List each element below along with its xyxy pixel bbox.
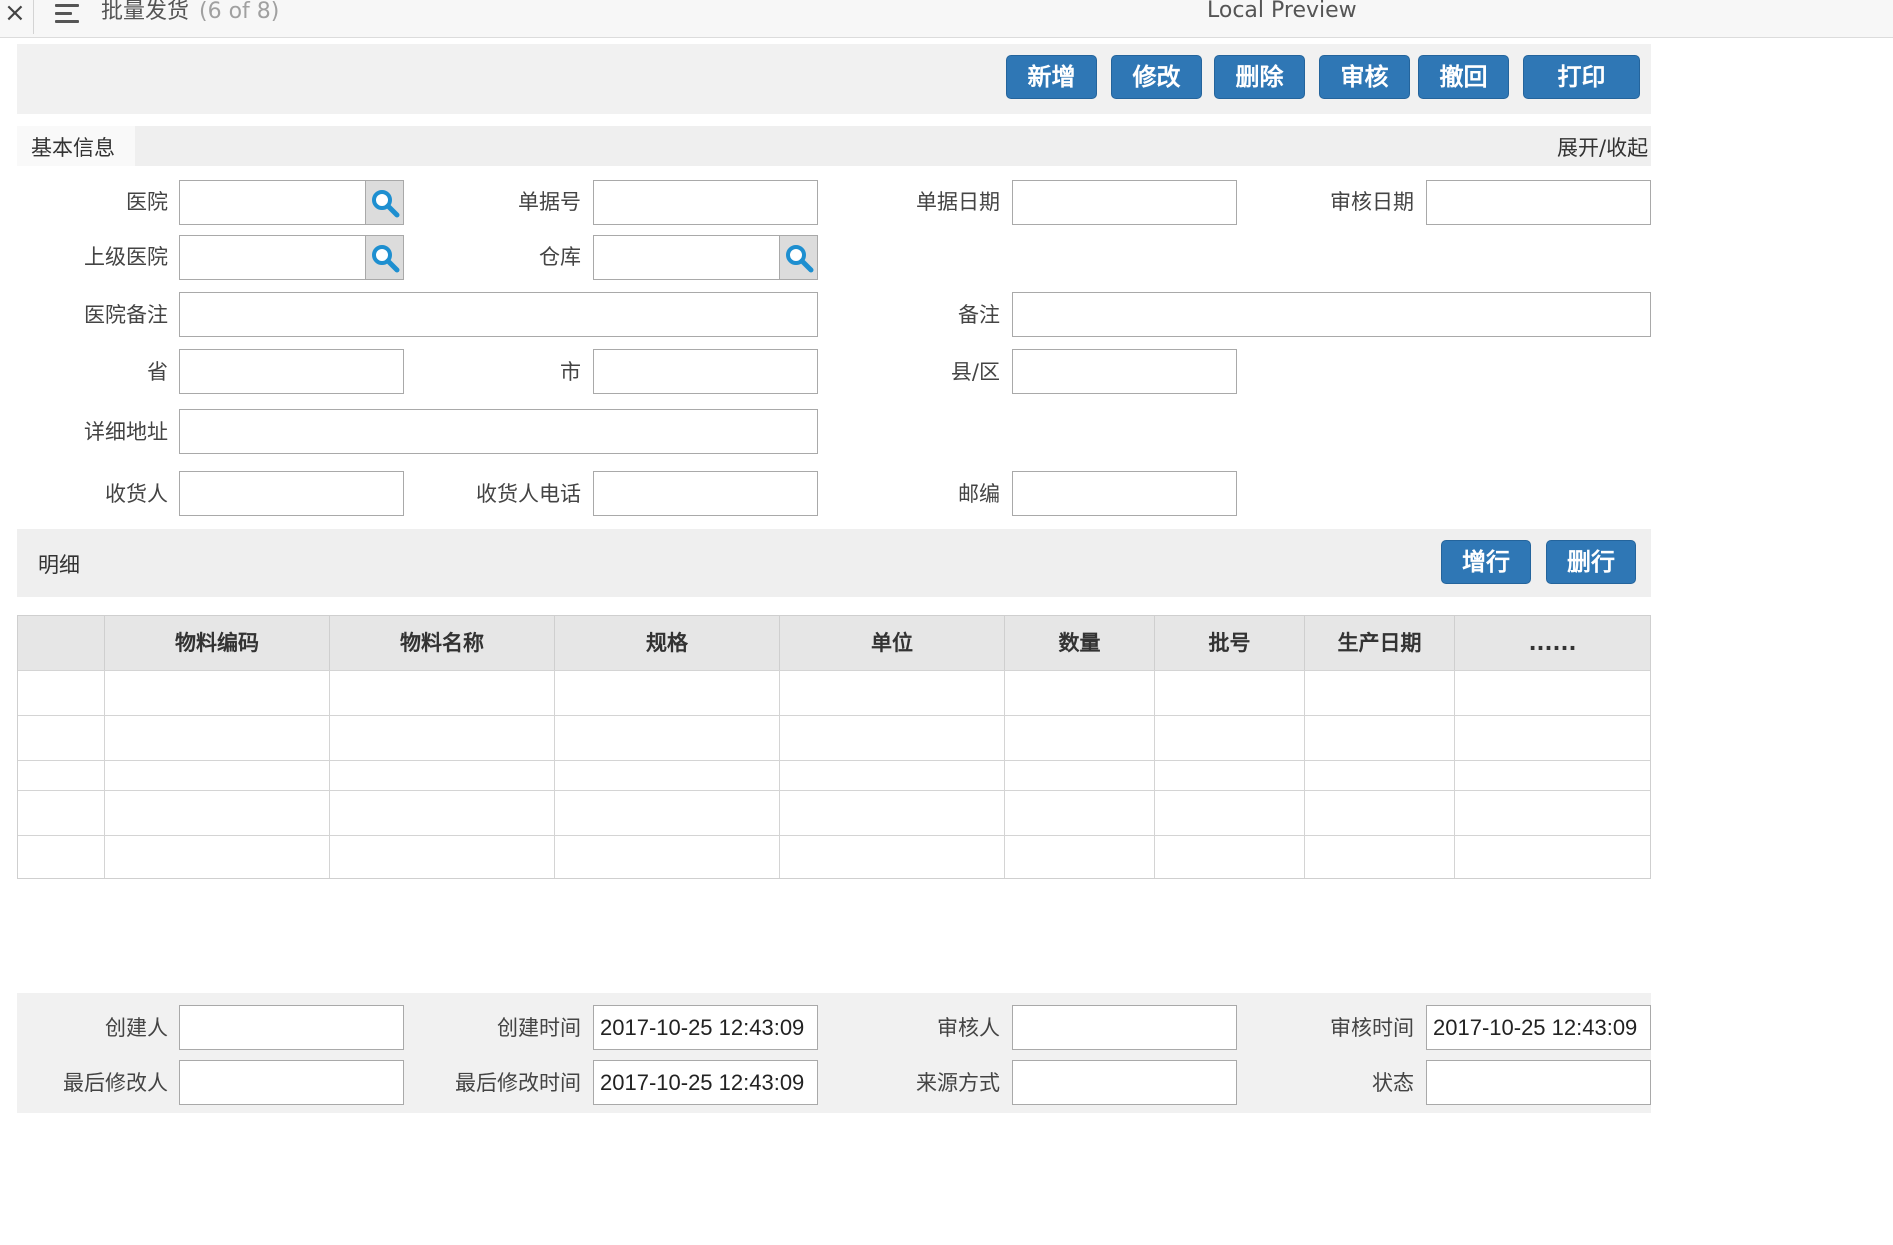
table-row[interactable] [18,670,1650,671]
note-label: 备注 [958,303,1000,327]
hospital-input[interactable] [179,180,366,225]
hospital-note-input[interactable] [179,292,818,337]
close-icon[interactable]: × [4,0,26,28]
edit-button[interactable]: 修改 [1111,55,1202,99]
basic-info-tab[interactable]: 基本信息 [17,126,135,166]
toolbar: 新增 修改 删除 审核 撤回 打印 [17,44,1651,114]
hospital-search-button[interactable] [366,180,404,225]
province-label: 省 [147,360,168,384]
postcode-input[interactable] [1012,471,1237,516]
delete-button[interactable]: 删除 [1214,55,1305,99]
parent-hospital-input[interactable] [179,235,366,280]
grid-header-spec[interactable]: 规格 [555,616,780,670]
add-row-button[interactable]: 增行 [1441,540,1531,584]
doc-date-label: 单据日期 [916,190,1000,214]
receiver-phone-input[interactable] [593,471,818,516]
hospital-label: 医院 [126,190,168,214]
warehouse-search-button[interactable] [780,235,818,280]
warehouse-label: 仓库 [539,245,581,269]
grid-header-more[interactable]: ...... [1455,616,1650,670]
audited-at-label: 审核时间 [1330,1016,1414,1040]
doc-no-label: 单据号 [518,190,581,214]
basic-info-header [17,126,1651,166]
source-input[interactable] [1012,1060,1237,1105]
district-input[interactable] [1012,349,1237,394]
grid-column-divider [554,670,555,878]
grid-column-divider [779,670,780,878]
warehouse-input[interactable] [593,235,780,280]
audit-button[interactable]: 审核 [1319,55,1410,99]
document-title: 批量发货 (6 of 8) [101,0,279,26]
district-label: 县/区 [950,360,1000,384]
detail-title: 明细 [38,553,80,577]
basic-info-tab-label: 基本信息 [31,136,115,160]
search-icon [786,245,814,273]
grid-header-material-name[interactable]: 物料名称 [330,616,555,670]
table-row[interactable] [18,790,1650,791]
detail-bar: 增行 删行 [17,529,1651,597]
created-at-input[interactable]: 2017-10-25 12:43:09 [593,1005,818,1050]
document-count: (6 of 8) [199,0,280,24]
revoke-button[interactable]: 撤回 [1418,55,1509,99]
creator-label: 创建人 [105,1016,168,1040]
table-row[interactable] [18,760,1650,761]
status-label: 状态 [1372,1071,1414,1095]
menu-icon[interactable] [55,2,79,24]
source-label: 来源方式 [916,1071,1000,1095]
grid-header-batch-no[interactable]: 批号 [1155,616,1305,670]
receiver-label: 收货人 [105,482,168,506]
last-modifier-input[interactable] [179,1060,404,1105]
grid-column-divider [1154,670,1155,878]
grid-header-select[interactable] [18,616,105,670]
province-input[interactable] [179,349,404,394]
grid-header-quantity[interactable]: 数量 [1005,616,1155,670]
auditor-label: 审核人 [937,1016,1000,1040]
city-label: 市 [560,360,581,384]
preview-title: Local Preview [1207,0,1357,23]
grid-column-divider [104,670,105,878]
expand-collapse-link[interactable]: 展开/收起 [1557,132,1648,162]
grid-header-production-date[interactable]: 生产日期 [1305,616,1455,670]
receiver-phone-label: 收货人电话 [476,482,581,506]
hospital-note-label: 医院备注 [84,303,168,327]
grid-column-divider [329,670,330,878]
grid-column-divider [1004,670,1005,878]
audited-at-input[interactable]: 2017-10-25 12:43:09 [1426,1005,1651,1050]
status-input[interactable] [1426,1060,1651,1105]
detail-grid: 物料编码 物料名称 规格 单位 数量 批号 生产日期 ...... [17,615,1651,879]
title-bar-divider [33,0,34,34]
audit-date-label: 审核日期 [1330,190,1414,214]
postcode-label: 邮编 [958,482,1000,506]
created-at-label: 创建时间 [497,1016,581,1040]
auditor-input[interactable] [1012,1005,1237,1050]
parent-hospital-search-button[interactable] [366,235,404,280]
table-row[interactable] [18,835,1650,836]
add-button[interactable]: 新增 [1006,55,1097,99]
doc-no-input[interactable] [593,180,818,225]
last-modified-at-label: 最后修改时间 [455,1071,581,1095]
grid-header-unit[interactable]: 单位 [780,616,1005,670]
search-icon [372,190,400,218]
table-row[interactable] [18,715,1650,716]
delete-row-button[interactable]: 删行 [1546,540,1636,584]
city-input[interactable] [593,349,818,394]
note-input[interactable] [1012,292,1651,337]
grid-header-material-code[interactable]: 物料编码 [105,616,330,670]
grid-column-divider [1454,670,1455,878]
doc-date-input[interactable] [1012,180,1237,225]
parent-hospital-label: 上级医院 [84,245,168,269]
title-bar [0,0,1893,38]
address-label: 详细地址 [84,420,168,444]
audit-date-input[interactable] [1426,180,1651,225]
grid-column-divider [1304,670,1305,878]
document-title-text: 批量发货 [101,0,190,24]
search-icon [372,245,400,273]
address-input[interactable] [179,409,818,454]
print-button[interactable]: 打印 [1523,55,1640,99]
last-modifier-label: 最后修改人 [63,1071,168,1095]
last-modified-at-input[interactable]: 2017-10-25 12:43:09 [593,1060,818,1105]
creator-input[interactable] [179,1005,404,1050]
receiver-input[interactable] [179,471,404,516]
